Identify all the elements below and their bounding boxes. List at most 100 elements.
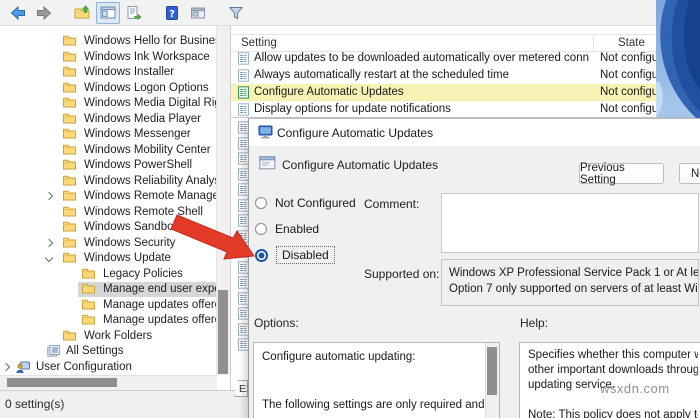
tree-vertical-scrollbar[interactable] [216,26,230,375]
export-list-icon[interactable] [122,2,146,24]
tree-item-windows-powershell[interactable]: Windows PowerShell [0,158,217,173]
dialog-title-bar: Configure Automatic Updates [249,119,700,146]
options-label: Options: [254,316,299,330]
tree-item-windows-ink-workspace[interactable]: Windows Ink Workspace [0,50,217,65]
setting-row-display-options-for-update-notifications[interactable]: Display options for update notifications… [231,101,656,118]
show-console-tree-icon[interactable] [96,1,120,24]
supported-on-label: Supported on: [364,267,440,281]
tree-item-windows-sandbox[interactable]: Windows Sandbox [0,220,217,235]
tree-item-label: Windows Logon Options [84,81,209,94]
previous-setting-button[interactable]: Previous Setting [579,162,664,186]
tree-item-label: Windows Mobility Center [84,143,211,156]
radio-icon[interactable] [255,197,267,209]
tree-item-windows-remote-shell[interactable]: Windows Remote Shell [0,205,217,220]
setting-row-always-automatically-restart-at-the-sche[interactable]: Always automatically restart at the sche… [231,67,656,84]
tree-item-label: Windows Media Player [84,112,201,125]
tree-item-windows-media-digital-righ[interactable]: Windows Media Digital Righ [0,96,217,111]
folder-icon [63,159,76,173]
radio-not-configured[interactable]: Not Configured [255,195,356,211]
tree-item-windows-media-player[interactable]: Windows Media Player [0,112,217,127]
tree-item-label: All Settings [66,345,124,357]
show-window-icon[interactable] [186,2,210,24]
tree-item-windows-installer[interactable]: Windows Installer [0,65,217,80]
folder-icon [63,113,76,127]
column-header-state[interactable]: State [618,37,645,49]
tree-item-label: Manage end user experie [103,283,217,295]
column-divider[interactable] [593,36,594,50]
help-panel[interactable]: Specifies whether this computer will rec… [519,342,700,418]
next-setting-button[interactable]: Next Setting [679,163,700,184]
radio-enabled[interactable]: Enabled [255,221,319,237]
tree-item-label: Windows Hello for Business [84,35,217,47]
chevron-right-icon[interactable] [44,191,54,201]
help-icon[interactable]: ? [160,2,184,24]
tree-item-windows-messenger[interactable]: Windows Messenger [0,127,217,142]
forward-icon[interactable] [32,2,56,24]
watermark: wsxdn.com [600,381,670,396]
radio-disabled[interactable]: Disabled [255,246,335,264]
tree-item-user-configuration[interactable]: User Configuration [0,360,217,375]
options-text: Configure automatic updating: [262,351,416,363]
user-icon [16,361,30,375]
tree-item-legacy-policies[interactable]: Legacy Policies [0,267,217,282]
status-text: 0 setting(s) [5,397,65,411]
tree-item-windows-remote-managem[interactable]: Windows Remote Managem [0,189,217,204]
folder-icon [63,51,76,65]
setting-label: Configure Automatic Updates [254,86,404,98]
help-label: Help: [520,316,549,330]
radio-icon[interactable] [255,223,267,235]
filter-icon[interactable] [224,2,248,24]
back-icon[interactable] [6,2,30,24]
options-panel: Configure automatic updating: The follow… [253,342,500,418]
tree-item-work-folders[interactable]: Work Folders [0,329,217,344]
setting-row-allow-updates-to-be-downloaded-automatic[interactable]: Allow updates to be downloaded automatic… [231,50,656,67]
column-header-setting[interactable]: Setting [241,37,277,49]
up-one-level-icon[interactable] [70,2,94,24]
tree-item-label: Windows Update [84,252,171,264]
tree-horizontal-scrollbar-thumb[interactable] [7,378,117,387]
tree-item-windows-mobility-center[interactable]: Windows Mobility Center [0,143,217,158]
folder-icon [63,97,76,111]
tree-vertical-scrollbar-thumb[interactable] [218,290,228,374]
radio-selected-icon[interactable] [255,248,268,262]
dialog-title: Configure Automatic Updates [277,126,434,140]
tree-item-all-settings[interactable]: All Settings [0,344,217,359]
tree-item-label: Windows Messenger [84,128,191,140]
tree-item-label: Windows PowerShell [84,159,193,171]
setting-row-configure-automatic-updates[interactable]: Configure Automatic Updates Not configure… [231,84,656,101]
tree-item-manage-end-user-experie[interactable]: Manage end user experie [0,282,217,297]
policy-icon [238,69,249,85]
monitor-icon [258,125,274,143]
tree-item-windows-logon-options[interactable]: Windows Logon Options [0,81,217,96]
svg-text:?: ? [169,9,175,20]
tree-item-manage-updates-offered[interactable]: Manage updates offered [0,313,217,328]
help-line: other important downloads through th [528,364,698,376]
tree-item-manage-updates-offered[interactable]: Manage updates offered [0,298,217,313]
help-line: Note: This policy does not apply to Wi [528,409,698,418]
radio-label: Enabled [275,222,320,236]
options-text: The following settings are only required… [262,399,499,411]
folder-icon [82,283,95,297]
comment-input[interactable] [441,193,699,253]
options-scrollbar-thumb[interactable] [487,347,497,395]
supported-line: Windows XP Professional Service Pack 1 o… [449,267,699,279]
chevron-right-icon[interactable] [1,362,11,371]
tree-horizontal-scrollbar[interactable] [0,375,217,390]
tree-item-windows-reliability-analysis[interactable]: Windows Reliability Analysis [0,174,217,189]
setting-state: Not configured [600,69,656,81]
tree-item-windows-hello-for-business[interactable]: Windows Hello for Business [0,34,217,49]
setting-label: Always automatically restart at the sche… [254,69,510,81]
chevron-right-icon[interactable] [44,238,54,247]
tab-extended-label: Extended [239,383,247,395]
folder-icon [63,35,76,49]
folder-icon [63,206,76,220]
tree-item-windows-update[interactable]: Windows Update [0,251,217,266]
tree-item-windows-security[interactable]: Windows Security [0,236,217,251]
folder-icon [63,66,76,80]
setting-label: Allow updates to be downloaded automatic… [254,52,589,64]
chevron-down-icon[interactable] [44,253,54,263]
comment-label: Comment: [364,197,420,211]
desktop-wallpaper [656,0,700,118]
radio-label: Disabled [276,246,335,264]
options-scrollbar[interactable] [485,343,499,418]
